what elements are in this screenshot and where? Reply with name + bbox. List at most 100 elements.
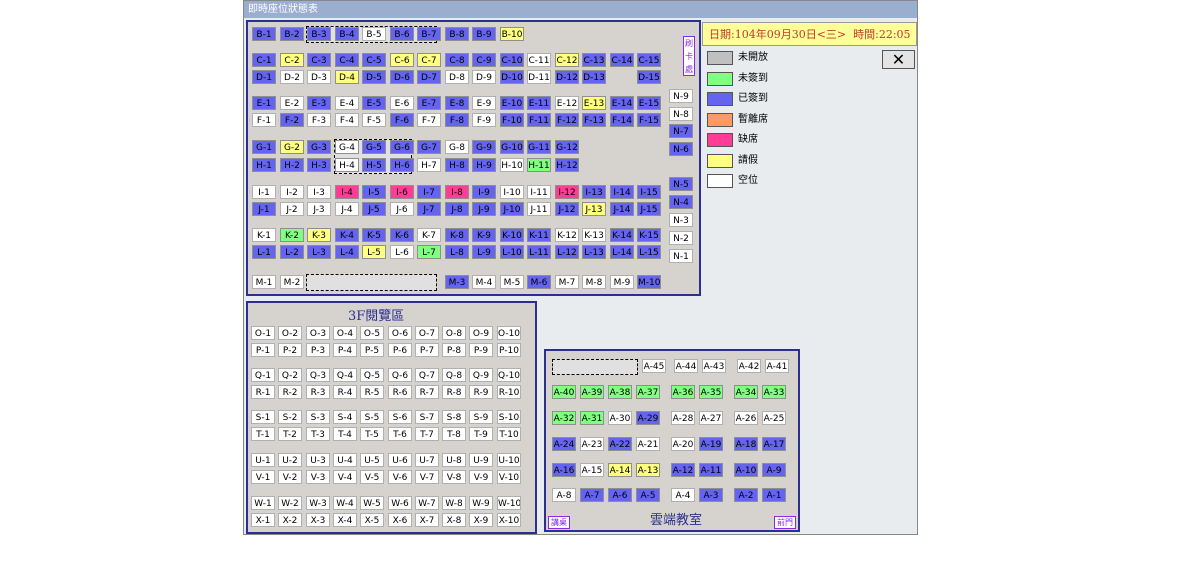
seat-J-9[interactable]: J-9 xyxy=(472,202,496,216)
seat-I-15[interactable]: I-15 xyxy=(637,185,661,199)
seat-I-4[interactable]: I-4 xyxy=(335,185,359,199)
seat-Q-4[interactable]: Q-4 xyxy=(333,368,357,382)
seat-C-6[interactable]: C-6 xyxy=(390,53,414,67)
seat-B-5[interactable]: B-5 xyxy=(362,27,386,41)
seat-H-6[interactable]: H-6 xyxy=(390,158,414,172)
seat-F-6[interactable]: F-6 xyxy=(390,113,414,127)
seat-K-2[interactable]: K-2 xyxy=(280,228,304,242)
seat-E-13[interactable]: E-13 xyxy=(582,96,606,110)
seat-M-1[interactable]: M-1 xyxy=(252,275,276,289)
seat-L-1[interactable]: L-1 xyxy=(252,245,276,259)
seat-A-22[interactable]: A-22 xyxy=(608,437,632,451)
seat-L-7[interactable]: L-7 xyxy=(417,245,441,259)
seat-N-6[interactable]: N-6 xyxy=(669,142,693,156)
seat-A-26[interactable]: A-26 xyxy=(734,411,758,425)
seat-C-10[interactable]: C-10 xyxy=(500,53,524,67)
seat-A-43[interactable]: A-43 xyxy=(702,359,726,373)
seat-R-1[interactable]: R-1 xyxy=(251,385,275,399)
seat-L-10[interactable]: L-10 xyxy=(500,245,524,259)
seat-K-6[interactable]: K-6 xyxy=(390,228,414,242)
seat-A-28[interactable]: A-28 xyxy=(671,411,695,425)
seat-A-8[interactable]: A-8 xyxy=(552,488,576,502)
seat-S-1[interactable]: S-1 xyxy=(251,410,275,424)
seat-T-10[interactable]: T-10 xyxy=(497,427,521,441)
seat-G-4[interactable]: G-4 xyxy=(335,140,359,154)
seat-D-3[interactable]: D-3 xyxy=(307,70,331,84)
seat-R-2[interactable]: R-2 xyxy=(278,385,302,399)
seat-G-6[interactable]: G-6 xyxy=(390,140,414,154)
seat-Q-7[interactable]: Q-7 xyxy=(415,368,439,382)
seat-S-7[interactable]: S-7 xyxy=(415,410,439,424)
seat-J-10[interactable]: J-10 xyxy=(500,202,524,216)
seat-M-5[interactable]: M-5 xyxy=(500,275,524,289)
seat-R-6[interactable]: R-6 xyxy=(388,385,412,399)
seat-L-5[interactable]: L-5 xyxy=(362,245,386,259)
seat-W-8[interactable]: W-8 xyxy=(442,496,466,510)
seat-G-5[interactable]: G-5 xyxy=(362,140,386,154)
seat-B-10[interactable]: B-10 xyxy=(500,27,524,41)
seat-W-1[interactable]: W-1 xyxy=(251,496,275,510)
seat-H-3[interactable]: H-3 xyxy=(307,158,331,172)
seat-P-7[interactable]: P-7 xyxy=(415,343,439,357)
seat-L-11[interactable]: L-11 xyxy=(527,245,551,259)
seat-J-7[interactable]: J-7 xyxy=(417,202,441,216)
seat-F-15[interactable]: F-15 xyxy=(637,113,661,127)
seat-R-4[interactable]: R-4 xyxy=(333,385,357,399)
seat-E-9[interactable]: E-9 xyxy=(472,96,496,110)
seat-V-9[interactable]: V-9 xyxy=(469,470,493,484)
seat-U-8[interactable]: U-8 xyxy=(442,453,466,467)
seat-F-4[interactable]: F-4 xyxy=(335,113,359,127)
seat-S-8[interactable]: S-8 xyxy=(442,410,466,424)
seat-T-7[interactable]: T-7 xyxy=(415,427,439,441)
seat-K-14[interactable]: K-14 xyxy=(610,228,634,242)
seat-U-9[interactable]: U-9 xyxy=(469,453,493,467)
seat-J-6[interactable]: J-6 xyxy=(390,202,414,216)
seat-A-29[interactable]: A-29 xyxy=(636,411,660,425)
seat-H-4[interactable]: H-4 xyxy=(335,158,359,172)
seat-Q-3[interactable]: Q-3 xyxy=(306,368,330,382)
seat-E-7[interactable]: E-7 xyxy=(417,96,441,110)
seat-E-12[interactable]: E-12 xyxy=(555,96,579,110)
seat-G-1[interactable]: G-1 xyxy=(252,140,276,154)
seat-Q-2[interactable]: Q-2 xyxy=(278,368,302,382)
seat-G-7[interactable]: G-7 xyxy=(417,140,441,154)
seat-G-3[interactable]: G-3 xyxy=(307,140,331,154)
seat-F-10[interactable]: F-10 xyxy=(500,113,524,127)
seat-O-10[interactable]: O-10 xyxy=(497,326,521,340)
seat-W-2[interactable]: W-2 xyxy=(278,496,302,510)
seat-I-9[interactable]: I-9 xyxy=(472,185,496,199)
seat-T-9[interactable]: T-9 xyxy=(469,427,493,441)
seat-D-9[interactable]: D-9 xyxy=(472,70,496,84)
seat-H-11[interactable]: H-11 xyxy=(527,158,551,172)
seat-F-13[interactable]: F-13 xyxy=(582,113,606,127)
seat-L-2[interactable]: L-2 xyxy=(280,245,304,259)
seat-I-5[interactable]: I-5 xyxy=(362,185,386,199)
seat-A-15[interactable]: A-15 xyxy=(580,463,604,477)
seat-X-9[interactable]: X-9 xyxy=(469,513,493,527)
seat-K-13[interactable]: K-13 xyxy=(582,228,606,242)
seat-E-3[interactable]: E-3 xyxy=(307,96,331,110)
seat-I-10[interactable]: I-10 xyxy=(500,185,524,199)
seat-F-5[interactable]: F-5 xyxy=(362,113,386,127)
seat-I-6[interactable]: I-6 xyxy=(390,185,414,199)
seat-J-4[interactable]: J-4 xyxy=(335,202,359,216)
seat-R-5[interactable]: R-5 xyxy=(360,385,384,399)
seat-U-4[interactable]: U-4 xyxy=(333,453,357,467)
seat-G-8[interactable]: G-8 xyxy=(445,140,469,154)
seat-N-1[interactable]: N-1 xyxy=(669,249,693,263)
seat-K-8[interactable]: K-8 xyxy=(445,228,469,242)
seat-D-6[interactable]: D-6 xyxy=(390,70,414,84)
seat-B-6[interactable]: B-6 xyxy=(390,27,414,41)
seat-A-19[interactable]: A-19 xyxy=(699,437,723,451)
seat-C-15[interactable]: C-15 xyxy=(637,53,661,67)
seat-W-4[interactable]: W-4 xyxy=(333,496,357,510)
seat-X-6[interactable]: X-6 xyxy=(388,513,412,527)
seat-T-4[interactable]: T-4 xyxy=(333,427,357,441)
seat-V-1[interactable]: V-1 xyxy=(251,470,275,484)
seat-E-14[interactable]: E-14 xyxy=(610,96,634,110)
seat-B-9[interactable]: B-9 xyxy=(472,27,496,41)
seat-J-13[interactable]: J-13 xyxy=(582,202,606,216)
seat-J-1[interactable]: J-1 xyxy=(252,202,276,216)
seat-A-41[interactable]: A-41 xyxy=(765,359,789,373)
seat-U-3[interactable]: U-3 xyxy=(306,453,330,467)
